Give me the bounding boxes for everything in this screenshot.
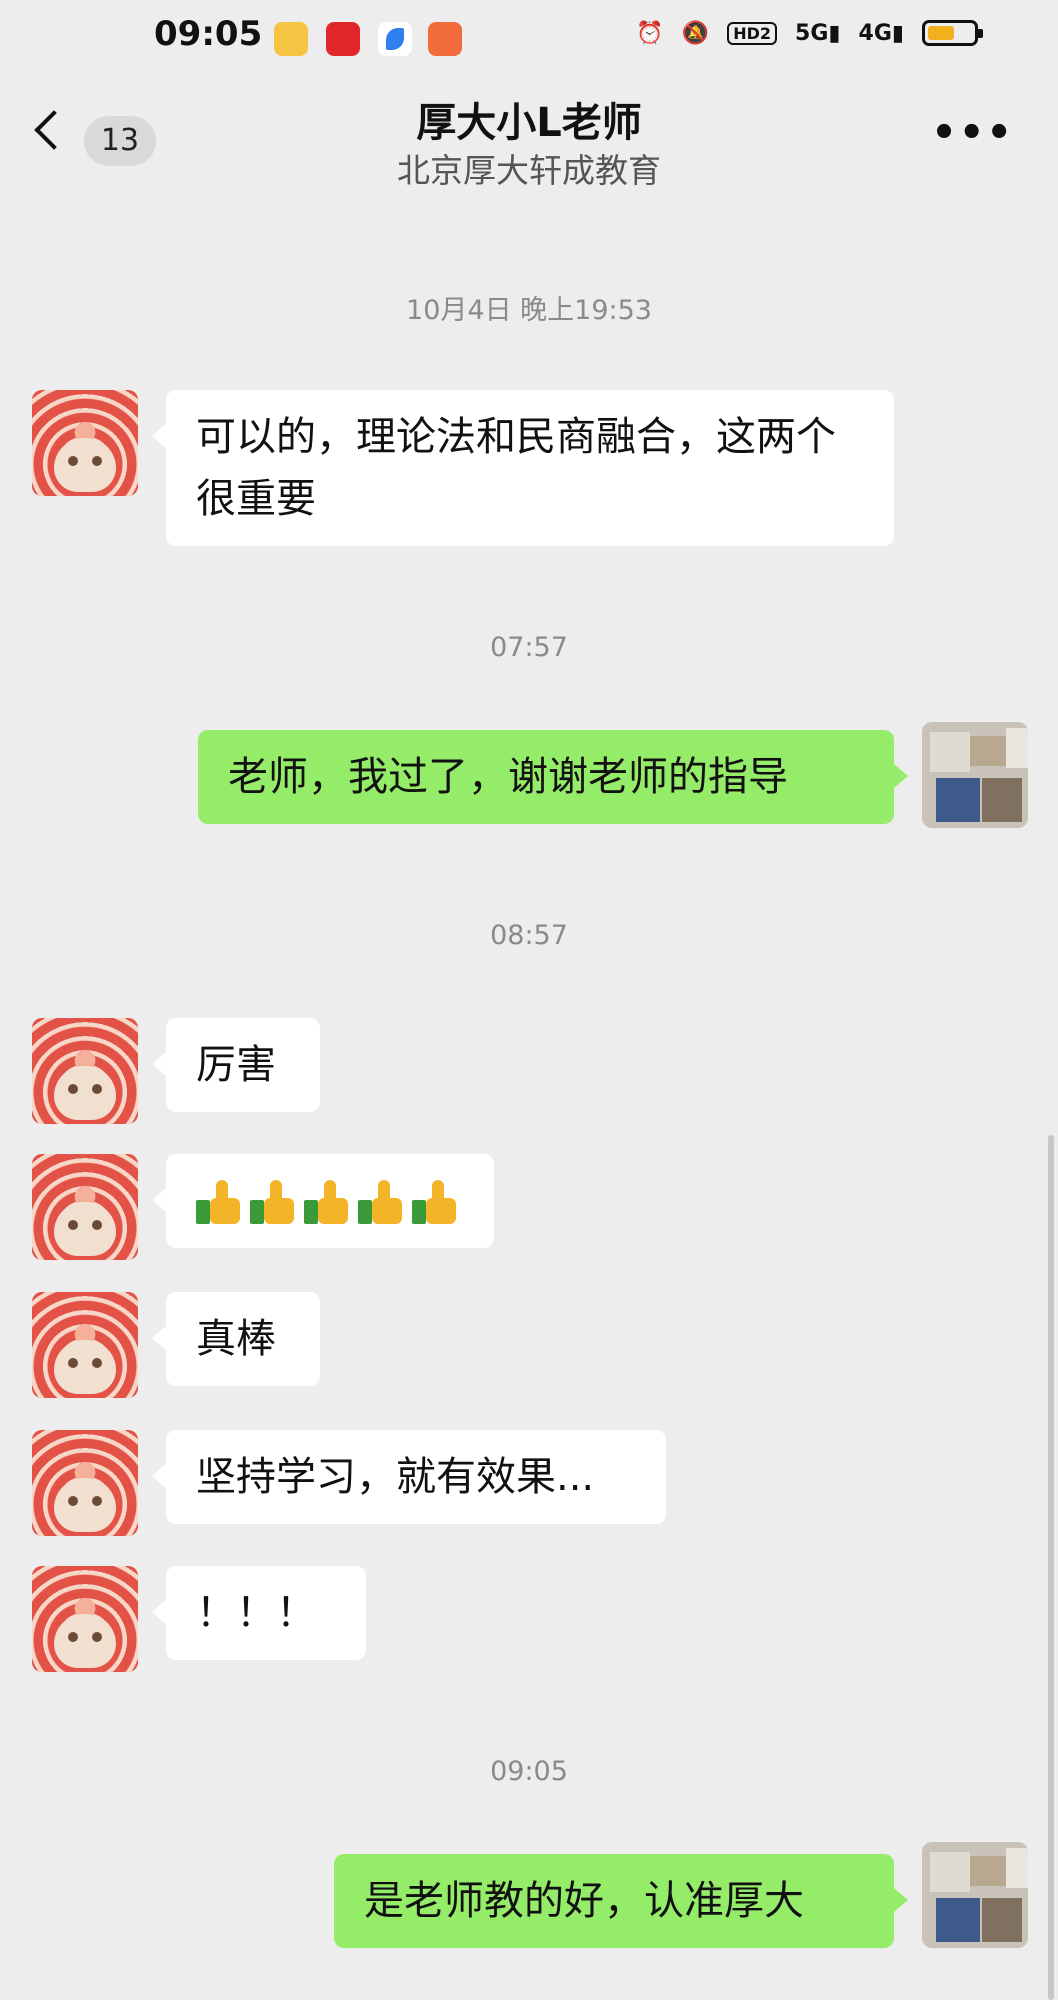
contact-avatar[interactable] — [32, 1566, 138, 1672]
chat-header: 13 厚大小L老师 北京厚大轩成教育 ••• — [0, 80, 1058, 200]
toutiao-app-icon — [274, 22, 308, 56]
reader-app-icon — [428, 22, 462, 56]
4g-label: 4G — [858, 20, 892, 46]
timestamp: 10月4日 晚上19:53 — [406, 295, 652, 326]
message-bubble[interactable]: 可以的，理论法和民商融合，这两个很重要 — [152, 390, 894, 546]
contact-avatar[interactable] — [32, 1154, 138, 1260]
pinduoduo-app-icon — [326, 22, 360, 56]
contact-avatar[interactable] — [32, 1018, 138, 1124]
battery-icon — [922, 20, 983, 46]
thumbs-up-icon — [196, 1178, 242, 1224]
5g-signal-icon: 5G▮ — [795, 20, 841, 46]
contact-avatar[interactable] — [32, 1430, 138, 1536]
thumbs-up-icon — [304, 1178, 350, 1224]
chat-subtitle: 北京厚大轩成教育 — [397, 151, 661, 190]
message-bubble[interactable]: 厉害 — [152, 1018, 320, 1112]
message-bubble[interactable]: 老师，我过了，谢谢老师的指导 — [198, 730, 908, 824]
chat-title: 厚大小L老师 — [416, 100, 642, 146]
thumbs-up-icon — [412, 1178, 458, 1224]
thumbs-up-icon — [358, 1178, 404, 1224]
mute-icon: 🔕 — [681, 20, 710, 46]
timestamp: 08:57 — [490, 920, 568, 951]
contact-avatar[interactable] — [32, 390, 138, 496]
thumbs-up-row — [196, 1170, 464, 1232]
alarm-icon: ⏰ — [636, 20, 664, 46]
user-avatar[interactable] — [922, 1842, 1028, 1948]
timestamp: 07:57 — [490, 632, 568, 663]
message-bubble[interactable]: 坚持学习，就有效果... — [152, 1430, 666, 1524]
thumbs-up-icon — [250, 1178, 296, 1224]
contact-avatar[interactable] — [32, 1292, 138, 1398]
message-bubble[interactable] — [152, 1154, 494, 1248]
5g-label: 5G — [795, 20, 829, 46]
scrollbar[interactable] — [1048, 1135, 1054, 2000]
4g-signal-icon: 4G▮ — [858, 20, 904, 46]
feather-app-icon — [378, 22, 412, 56]
message-bubble[interactable]: ！！！ — [152, 1566, 366, 1660]
hd2-icon: HD2 — [727, 21, 778, 45]
status-bar: 09:05 ⏰ 🔕 HD2 5G▮ 4G▮ — [0, 0, 1058, 80]
status-time: 09:05 — [154, 14, 263, 54]
timestamp: 09:05 — [490, 1756, 568, 1787]
user-avatar[interactable] — [922, 722, 1028, 828]
message-bubble[interactable]: 是老师教的好，认准厚大 — [334, 1854, 908, 1948]
message-bubble[interactable]: 真棒 — [152, 1292, 320, 1386]
more-options-icon[interactable]: ••• — [931, 110, 1014, 156]
